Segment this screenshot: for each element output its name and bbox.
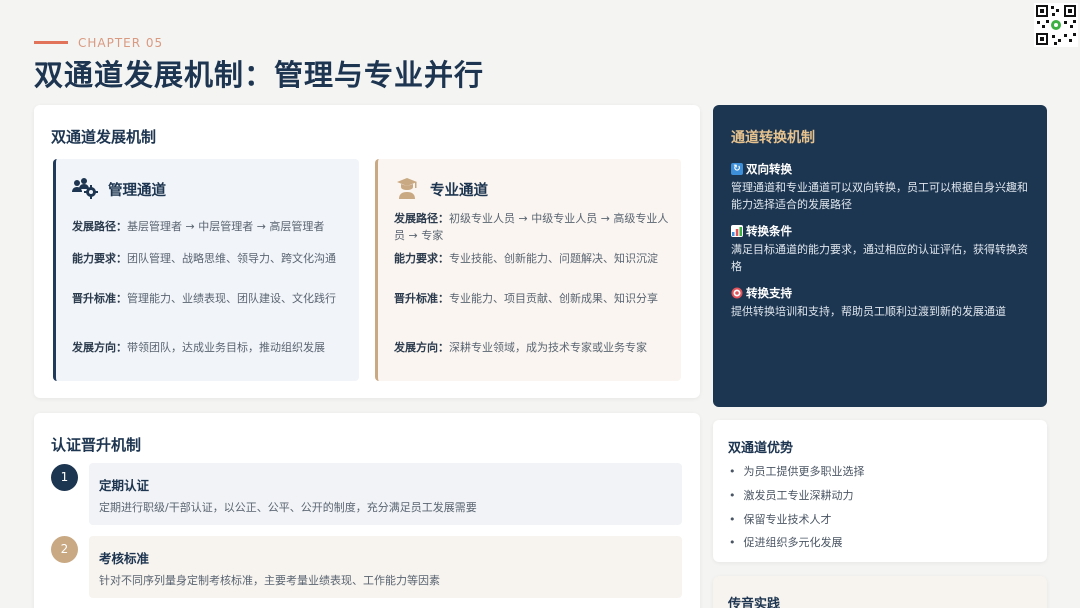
advantage-item: 促进组织多元化发展 [729, 534, 843, 550]
professional-row-path: 发展路径：初级专业人员 → 中级专业人员 → 高级专业人员 → 专家 [394, 212, 669, 242]
graduate-icon [397, 178, 417, 199]
professional-channel: 专业通道 发展路径：初级专业人员 → 中级专业人员 → 高级专业人员 → 专家 … [375, 159, 681, 381]
step-desc: 针对不同序列量身定制考核标准，主要考量业绩表现、工作能力等因素 [99, 574, 440, 587]
conversion-title: 通道转换机制 [731, 130, 815, 146]
chapter-tag: CHAPTER 05 [78, 36, 164, 50]
professional-row-ability: 能力要求：专业技能、创新能力、问题解决、知识沉淀 [394, 252, 658, 265]
management-row-ability: 能力要求：团队管理、战略思维、领导力、跨文化沟通 [72, 252, 336, 265]
dual-channel-title: 双通道发展机制 [51, 128, 157, 146]
step-assessment-standard: 考核标准 针对不同序列量身定制考核标准，主要考量业绩表现、工作能力等因素 [89, 536, 682, 598]
conversion-item-head: 转换条件 [731, 223, 792, 239]
bar-chart-icon [731, 225, 743, 237]
management-row-direction: 发展方向：带领团队，达成业务目标，推动组织发展 [72, 341, 325, 354]
management-channel-title: 管理通道 [108, 183, 166, 199]
step-title: 考核标准 [99, 551, 150, 566]
professional-row-promotion: 晋升标准：专业能力、项目贡献、创新成果、知识分享 [394, 292, 658, 305]
practice-card: 传音实践 [713, 576, 1047, 608]
conversion-item-head: 转换支持 [731, 285, 792, 301]
step-number: 2 [51, 536, 78, 563]
management-channel: 管理通道 发展路径：基层管理者 → 中层管理者 → 高层管理者 能力要求：团队管… [53, 159, 359, 381]
step-number: 1 [51, 464, 78, 491]
users-gear-icon [72, 178, 98, 199]
cycle-arrows-icon: ↻ [731, 163, 743, 175]
conversion-item-text: 提供转换培训和支持，帮助员工顺利过渡到新的发展通道 [731, 305, 1006, 318]
page-title: 双通道发展机制：管理与专业并行 [34, 58, 485, 92]
conversion-item-head: ↻ 双向转换 [731, 161, 792, 177]
advantages-card: 双通道优势 为员工提供更多职业选择 激发员工专业深耕动力 保留专业技术人才 促进… [713, 420, 1047, 562]
management-row-path: 发展路径：基层管理者 → 中层管理者 → 高层管理者 [72, 220, 325, 233]
management-row-promotion: 晋升标准：管理能力、业绩表现、团队建设、文化践行 [72, 292, 336, 305]
step-regular-certification: 定期认证 定期进行职级/干部认证，以公正、公平、公开的制度，充分满足员工发展需要 [89, 463, 682, 525]
target-icon [731, 287, 743, 299]
advantages-title: 双通道优势 [728, 441, 794, 456]
step-title: 定期认证 [99, 478, 150, 493]
conversion-item-text: 满足目标通道的能力要求，通过相应的认证评估，获得转换资格 [731, 243, 1028, 273]
conversion-card: 通道转换机制 ↻ 双向转换 管理通道和专业通道可以双向转换，员工可以根据自身兴趣… [713, 105, 1047, 407]
chapter-line [34, 41, 68, 44]
professional-row-direction: 发展方向：深耕专业领域，成为技术专家或业务专家 [394, 341, 647, 354]
professional-channel-title: 专业通道 [430, 183, 488, 199]
advantage-item: 为员工提供更多职业选择 [729, 463, 865, 479]
certification-title: 认证晋升机制 [51, 436, 142, 454]
advantage-item: 保留专业技术人才 [729, 511, 832, 527]
advantage-item: 激发员工专业深耕动力 [729, 487, 854, 503]
step-desc: 定期进行职级/干部认证，以公正、公平、公开的制度，充分满足员工发展需要 [99, 501, 477, 514]
conversion-item-text: 管理通道和专业通道可以双向转换，员工可以根据自身兴趣和能力选择适合的发展路径 [731, 181, 1028, 211]
qr-code-icon [1034, 3, 1078, 47]
practice-title: 传音实践 [728, 597, 781, 608]
